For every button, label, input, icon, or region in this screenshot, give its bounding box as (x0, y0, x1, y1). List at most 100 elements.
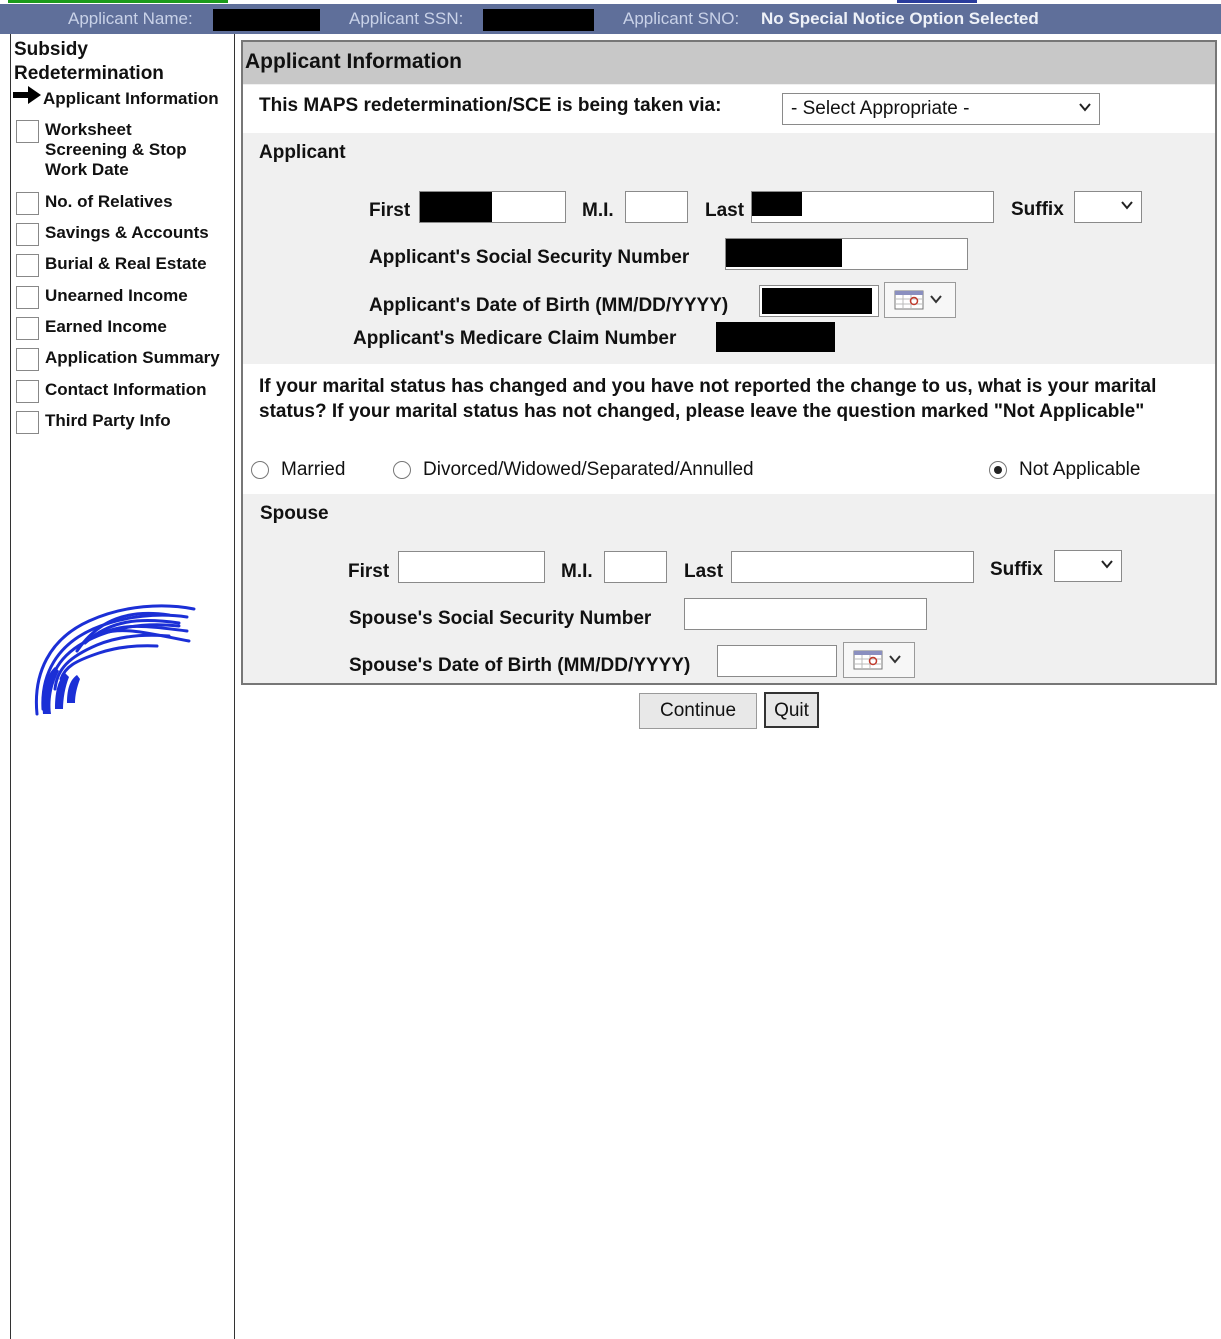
sidebar-item-label: Earned Income (45, 317, 167, 336)
spouse-dob-input[interactable] (717, 645, 837, 677)
checkbox[interactable] (16, 317, 39, 340)
checkbox[interactable] (16, 411, 39, 434)
checkbox[interactable] (16, 348, 39, 371)
sidebar-item-label: Contact Information (45, 380, 207, 399)
sidebar-item-label: Screening & Stop (45, 140, 187, 159)
sidebar-item-third-party-info[interactable]: Third Party Info (16, 411, 171, 434)
first-name-redacted (420, 192, 492, 222)
spouse-last-name-label: Last (684, 561, 724, 582)
sidebar-item-earned-income[interactable]: Earned Income (16, 317, 167, 340)
chevron-down-icon (1101, 560, 1113, 569)
checkbox[interactable] (16, 254, 39, 277)
suffix-select[interactable] (1074, 191, 1142, 223)
via-row: This MAPS redetermination/SCE is being t… (243, 85, 1215, 133)
via-select-value: - Select Appropriate - (791, 98, 970, 119)
first-name-label: First (369, 200, 411, 221)
medicare-label: Applicant's Medicare Claim Number (353, 328, 677, 349)
last-name-label: Last (705, 200, 745, 221)
sidebar-item-label: Applicant Information (43, 89, 219, 108)
via-question: This MAPS redetermination/SCE is being t… (259, 95, 722, 116)
sidebar-item-label: Savings & Accounts (45, 223, 209, 242)
ssn-redacted (726, 239, 842, 267)
panel-title: Applicant Information (243, 42, 1215, 84)
ssn-label: Applicant's Social Security Number (369, 247, 690, 268)
medicare-number-redacted (716, 322, 835, 352)
chevron-down-icon (1079, 103, 1091, 112)
mi-input[interactable] (625, 191, 688, 223)
applicant-information-panel: Applicant Information This MAPS redeterm… (241, 40, 1217, 685)
spouse-suffix-select[interactable] (1054, 550, 1122, 582)
sidebar-title: Subsidy Redetermination (14, 38, 164, 86)
first-name-input[interactable] (419, 191, 566, 223)
dob-label: Applicant's Date of Birth (MM/DD/YYYY) (369, 295, 729, 316)
last-name-input[interactable] (751, 191, 994, 223)
chevron-down-icon (1121, 201, 1133, 210)
checkbox[interactable] (16, 192, 39, 215)
radio-divorced[interactable] (393, 461, 411, 479)
spouse-first-name-label: First (348, 561, 390, 582)
spouse-dob-label: Spouse's Date of Birth (MM/DD/YYYY) (349, 655, 691, 676)
dob-calendar-button[interactable] (884, 282, 956, 318)
spouse-suffix-label: Suffix (990, 559, 1043, 580)
applicant-header-bar: Applicant Name: Applicant SSN: Applicant… (0, 4, 1221, 34)
sidebar-title-line2: Redetermination (14, 63, 164, 84)
suffix-label: Suffix (1011, 199, 1064, 220)
sidebar-item-contact-information[interactable]: Contact Information (16, 380, 207, 403)
sidebar-item-savings[interactable]: Savings & Accounts (16, 223, 209, 246)
sidebar: Subsidy Redetermination Applicant Inform… (10, 34, 235, 1339)
app-title-underline (8, 0, 228, 3)
spouse-dob-calendar-button[interactable] (843, 642, 915, 678)
sidebar-title-line1: Subsidy (14, 39, 88, 60)
radio-divorced-label: Divorced/Widowed/Separated/Annulled (423, 459, 754, 480)
sidebar-item-burial[interactable]: Burial & Real Estate (16, 254, 207, 277)
checkbox[interactable] (16, 286, 39, 309)
spouse-ssn-input[interactable] (684, 598, 927, 630)
radio-not-applicable-label: Not Applicable (1019, 459, 1141, 480)
applicant-sno-label: Applicant SNO: (623, 9, 740, 28)
radio-married-label: Married (281, 459, 346, 480)
applicant-ssn-redacted (483, 9, 594, 31)
marital-status-row: If your marital status has changed and y… (243, 364, 1215, 494)
applicant-sno-value: No Special Notice Option Selected (761, 9, 1039, 28)
sidebar-item-label: Work Date (45, 160, 129, 179)
continue-button[interactable]: Continue (639, 693, 757, 729)
sidebar-item-unearned-income[interactable]: Unearned Income (16, 286, 188, 309)
arrow-right-icon (13, 86, 43, 109)
calendar-icon (853, 650, 901, 670)
spouse-last-name-input[interactable] (731, 551, 974, 583)
eagle-logo (34, 604, 196, 716)
spouse-mi-label: M.I. (561, 561, 593, 582)
mi-label: M.I. (582, 200, 614, 221)
checkbox[interactable] (16, 380, 39, 403)
checkbox[interactable] (16, 223, 39, 246)
last-name-redacted (752, 192, 802, 216)
sidebar-item-label: Worksheet (45, 120, 132, 139)
via-select[interactable]: - Select Appropriate - (782, 93, 1100, 125)
marital-question: If your marital status has changed and y… (259, 376, 1157, 422)
dob-input[interactable] (759, 285, 879, 317)
sidebar-item-label: No. of Relatives (45, 192, 173, 211)
spouse-first-name-input[interactable] (398, 551, 545, 583)
sidebar-item-label: Third Party Info (45, 411, 171, 430)
link-underline (897, 0, 977, 3)
dob-redacted (762, 288, 872, 314)
checkbox[interactable] (16, 120, 39, 143)
sidebar-item-label: Unearned Income (45, 286, 188, 305)
calendar-icon (894, 290, 942, 310)
quit-button[interactable]: Quit (764, 692, 819, 728)
radio-not-applicable[interactable] (989, 461, 1007, 479)
sidebar-item-label: Application Summary (45, 348, 220, 367)
sidebar-item-worksheet[interactable]: Worksheet Screening & Stop Work Date (16, 120, 187, 180)
applicant-section-title: Applicant (259, 142, 346, 163)
applicant-name-redacted (213, 9, 320, 31)
sidebar-item-label: Burial & Real Estate (45, 254, 207, 273)
spouse-ssn-label: Spouse's Social Security Number (349, 608, 652, 629)
sidebar-item-applicant-information[interactable]: Applicant Information (13, 86, 219, 109)
sidebar-item-application-summary[interactable]: Application Summary (16, 348, 220, 371)
ssn-input[interactable] (725, 238, 968, 270)
spouse-section-title: Spouse (260, 503, 329, 524)
radio-married[interactable] (251, 461, 269, 479)
applicant-name-label: Applicant Name: (68, 9, 193, 28)
spouse-mi-input[interactable] (604, 551, 667, 583)
sidebar-item-relatives[interactable]: No. of Relatives (16, 192, 173, 215)
